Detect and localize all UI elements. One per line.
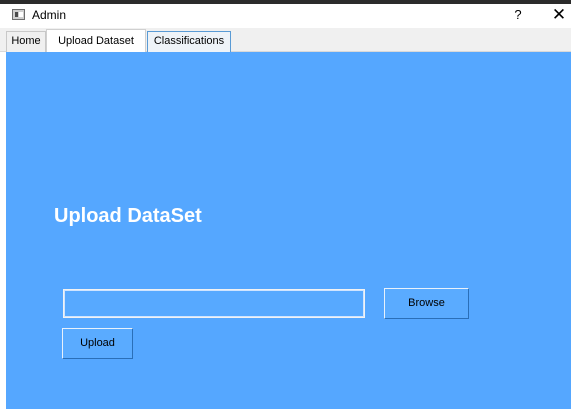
tab-bar: Home Upload Dataset Classifications — [0, 28, 571, 53]
help-button[interactable]: ? — [509, 6, 527, 24]
file-path-input[interactable] — [63, 289, 365, 318]
app-window-icon — [12, 9, 25, 20]
upload-button[interactable]: Upload — [62, 328, 133, 359]
tab-classifications[interactable]: Classifications — [147, 31, 231, 52]
page-title: Upload DataSet — [54, 205, 202, 227]
tab-home[interactable]: Home — [6, 31, 46, 52]
browse-button[interactable]: Browse — [384, 288, 469, 319]
window-title: Admin — [32, 8, 67, 22]
tab-upload-dataset[interactable]: Upload Dataset — [46, 29, 146, 53]
title-bar: Admin ? ✕ — [0, 4, 571, 28]
close-button[interactable]: ✕ — [548, 4, 570, 26]
